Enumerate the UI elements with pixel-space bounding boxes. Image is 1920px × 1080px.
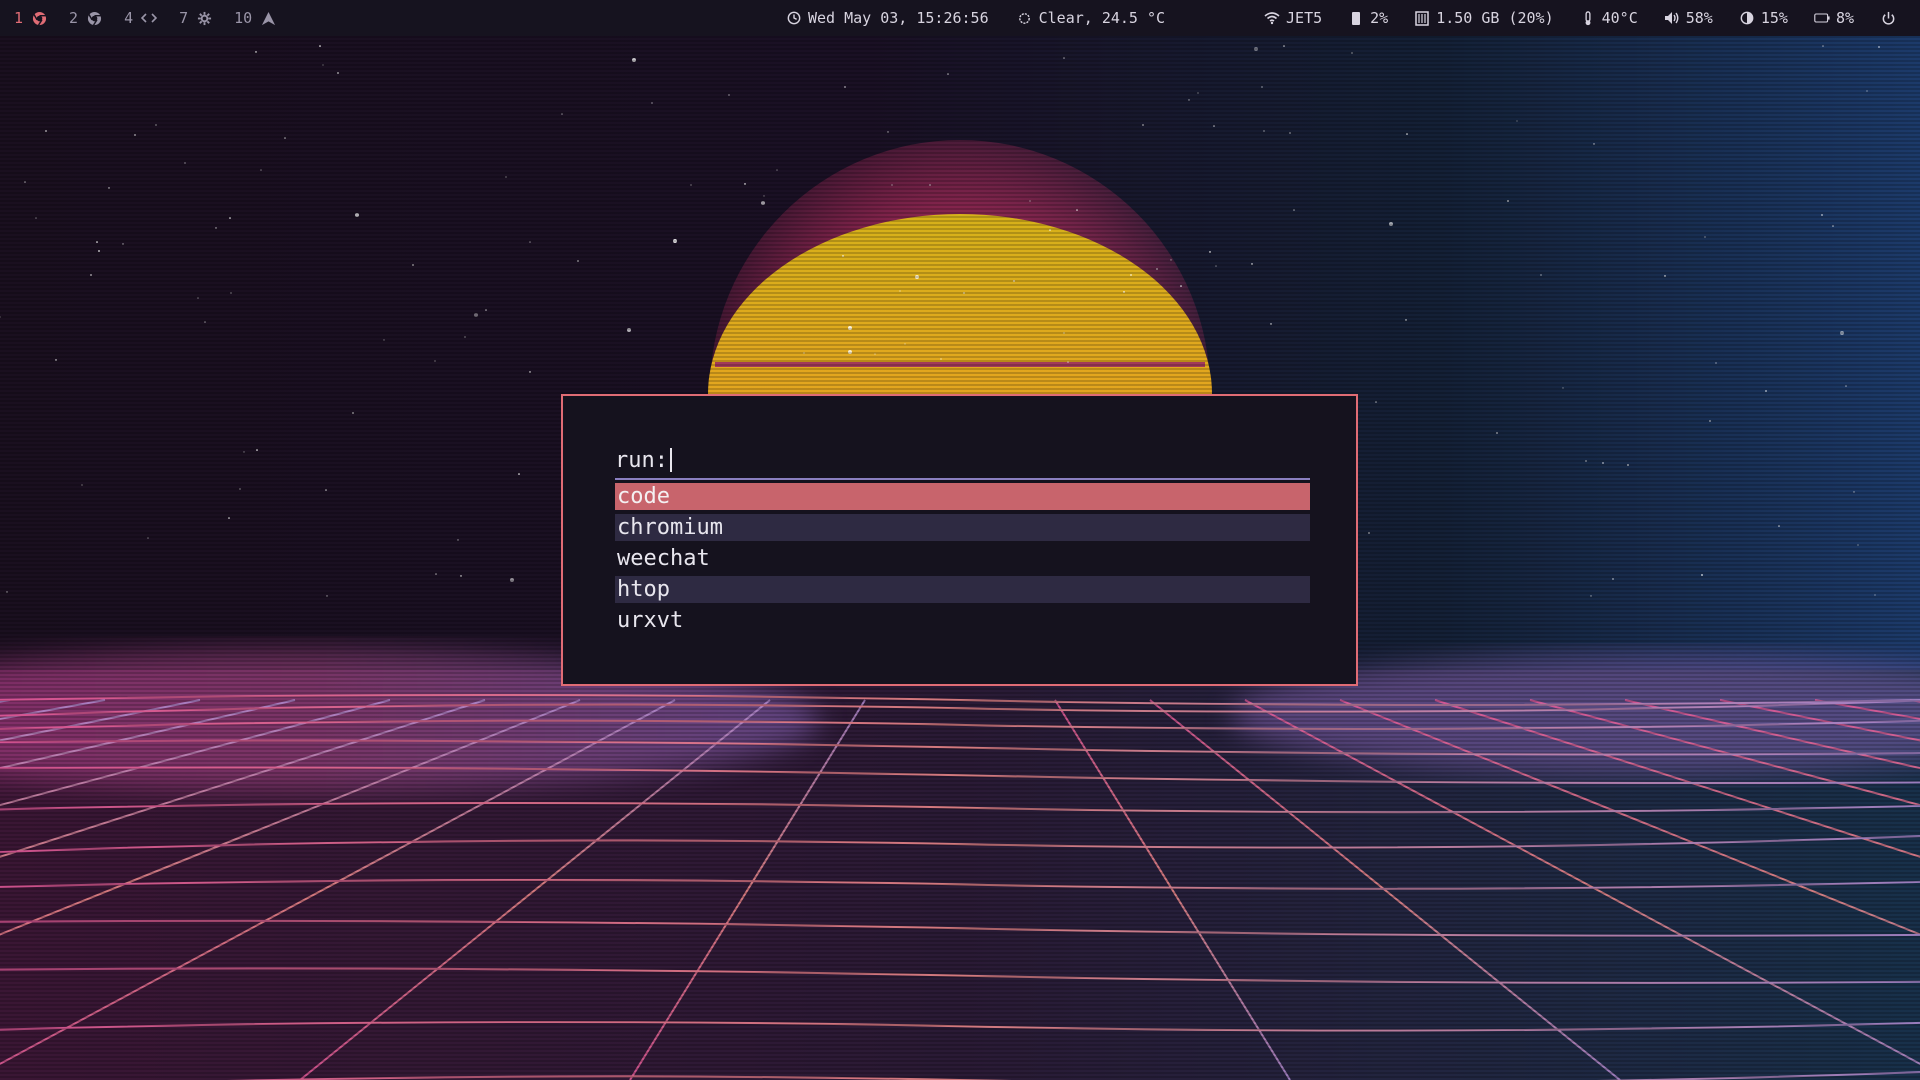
- weather-module[interactable]: Clear, 24.5 °C: [1017, 9, 1165, 27]
- power-button[interactable]: [1880, 10, 1902, 26]
- cpu-text: 2%: [1370, 9, 1389, 27]
- workspace-2[interactable]: 2: [69, 9, 102, 27]
- code-icon: [141, 10, 158, 26]
- workspace-1[interactable]: 1: [14, 9, 47, 27]
- memory-module[interactable]: 1.50 GB (20%): [1414, 9, 1554, 27]
- center-modules: Wed May 03, 15:26:56 Clear, 24.5 °C: [786, 0, 1193, 36]
- brightness-text: 15%: [1760, 9, 1788, 27]
- brightness-module[interactable]: 15%: [1739, 9, 1788, 27]
- thermometer-icon: [1580, 10, 1596, 26]
- wifi-module[interactable]: JET5: [1264, 9, 1322, 27]
- clock-icon: [786, 10, 802, 26]
- volume-icon: [1664, 10, 1680, 26]
- workspace-4[interactable]: 4: [124, 9, 158, 27]
- workspace-number: 7: [179, 9, 189, 27]
- right-modules: JET5 2% 1.50 GB (20%) 40°C 58% 15% 8%: [1264, 0, 1908, 36]
- sun-icon: [1017, 10, 1033, 26]
- workspace-number: 1: [14, 9, 24, 27]
- desktop: 1 2 4 7 10 Wed May 03, 15:26:56 Clear, 2…: [0, 0, 1920, 1080]
- result-item[interactable]: code: [615, 483, 1310, 510]
- memory-icon: [1414, 10, 1430, 26]
- clock-text: Wed May 03, 15:26:56: [808, 9, 989, 27]
- battery-text: 8%: [1835, 9, 1854, 27]
- gear-icon: [196, 10, 212, 26]
- result-item[interactable]: urxvt: [615, 607, 1310, 634]
- cpu-module[interactable]: 2%: [1348, 9, 1388, 27]
- temperature-text: 40°C: [1601, 9, 1638, 27]
- temperature-module[interactable]: 40°C: [1580, 9, 1638, 27]
- brightness-icon: [1739, 10, 1755, 26]
- app-launcher: run: code chromium weechat htop urxvt: [561, 394, 1358, 686]
- result-list: code chromium weechat htop urxvt: [615, 483, 1310, 638]
- workspace-7[interactable]: 7: [179, 9, 212, 27]
- status-bar: 1 2 4 7 10 Wed May 03, 15:26:56 Clear, 2…: [0, 0, 1920, 36]
- battery-module[interactable]: 8%: [1814, 9, 1854, 27]
- workspace-10[interactable]: 10: [234, 9, 276, 27]
- result-item[interactable]: chromium: [615, 514, 1310, 541]
- workspace-number: 2: [69, 9, 79, 27]
- text-cursor: [669, 448, 672, 472]
- workspace-list: 1 2 4 7 10: [14, 9, 298, 27]
- chrome-icon: [86, 10, 102, 26]
- clock-module[interactable]: Wed May 03, 15:26:56: [786, 9, 989, 27]
- cpu-icon: [1348, 10, 1364, 26]
- volume-module[interactable]: 58%: [1664, 9, 1713, 27]
- arch-icon: [260, 10, 276, 26]
- wifi-ssid: JET5: [1286, 9, 1323, 27]
- chrome-icon: [31, 10, 47, 26]
- volume-text: 58%: [1685, 9, 1713, 27]
- power-icon: [1880, 10, 1896, 26]
- wifi-icon: [1264, 10, 1280, 26]
- memory-text: 1.50 GB (20%): [1436, 9, 1554, 27]
- prompt-divider: [615, 478, 1310, 480]
- prompt-label: run:: [615, 447, 668, 473]
- workspace-number: 10: [234, 9, 253, 27]
- result-item[interactable]: htop: [615, 576, 1310, 603]
- workspace-number: 4: [124, 9, 134, 27]
- result-item[interactable]: weechat: [615, 545, 1310, 572]
- launcher-prompt-row[interactable]: run:: [615, 445, 1310, 475]
- battery-icon: [1814, 10, 1830, 26]
- weather-text: Clear, 24.5 °C: [1038, 9, 1166, 27]
